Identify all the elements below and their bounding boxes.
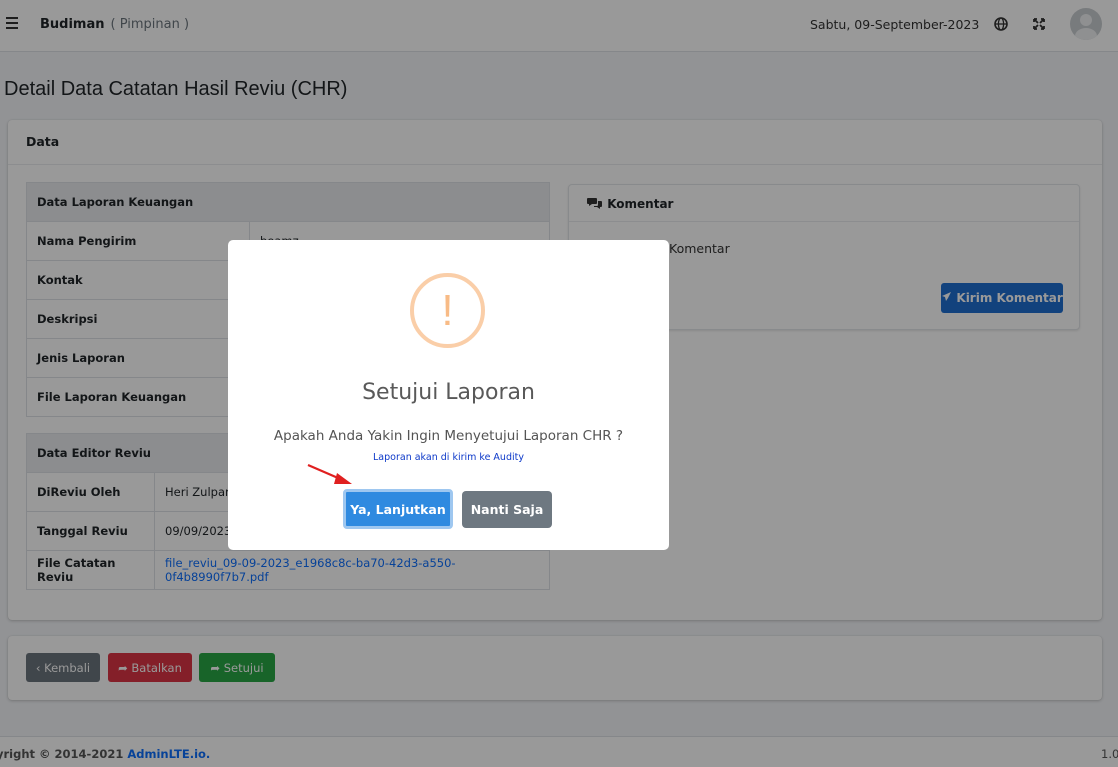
dialog-subtext: Laporan akan di kirim ke Audity [373,452,524,463]
confirm-button[interactable]: Ya, Lanjutkan [343,489,453,529]
dialog-text: Apakah Anda Yakin Ingin Menyetujui Lapor… [273,428,624,444]
cancel-button[interactable]: Nanti Saja [462,491,552,528]
confirm-dialog: ! Setujui Laporan Apakah Anda Yakin Ingi… [228,240,669,550]
warning-icon: ! [410,273,485,348]
annotation-arrow-icon [307,463,352,484]
warning-icon-glyph: ! [441,285,454,335]
dialog-title: Setujui Laporan [362,380,535,405]
